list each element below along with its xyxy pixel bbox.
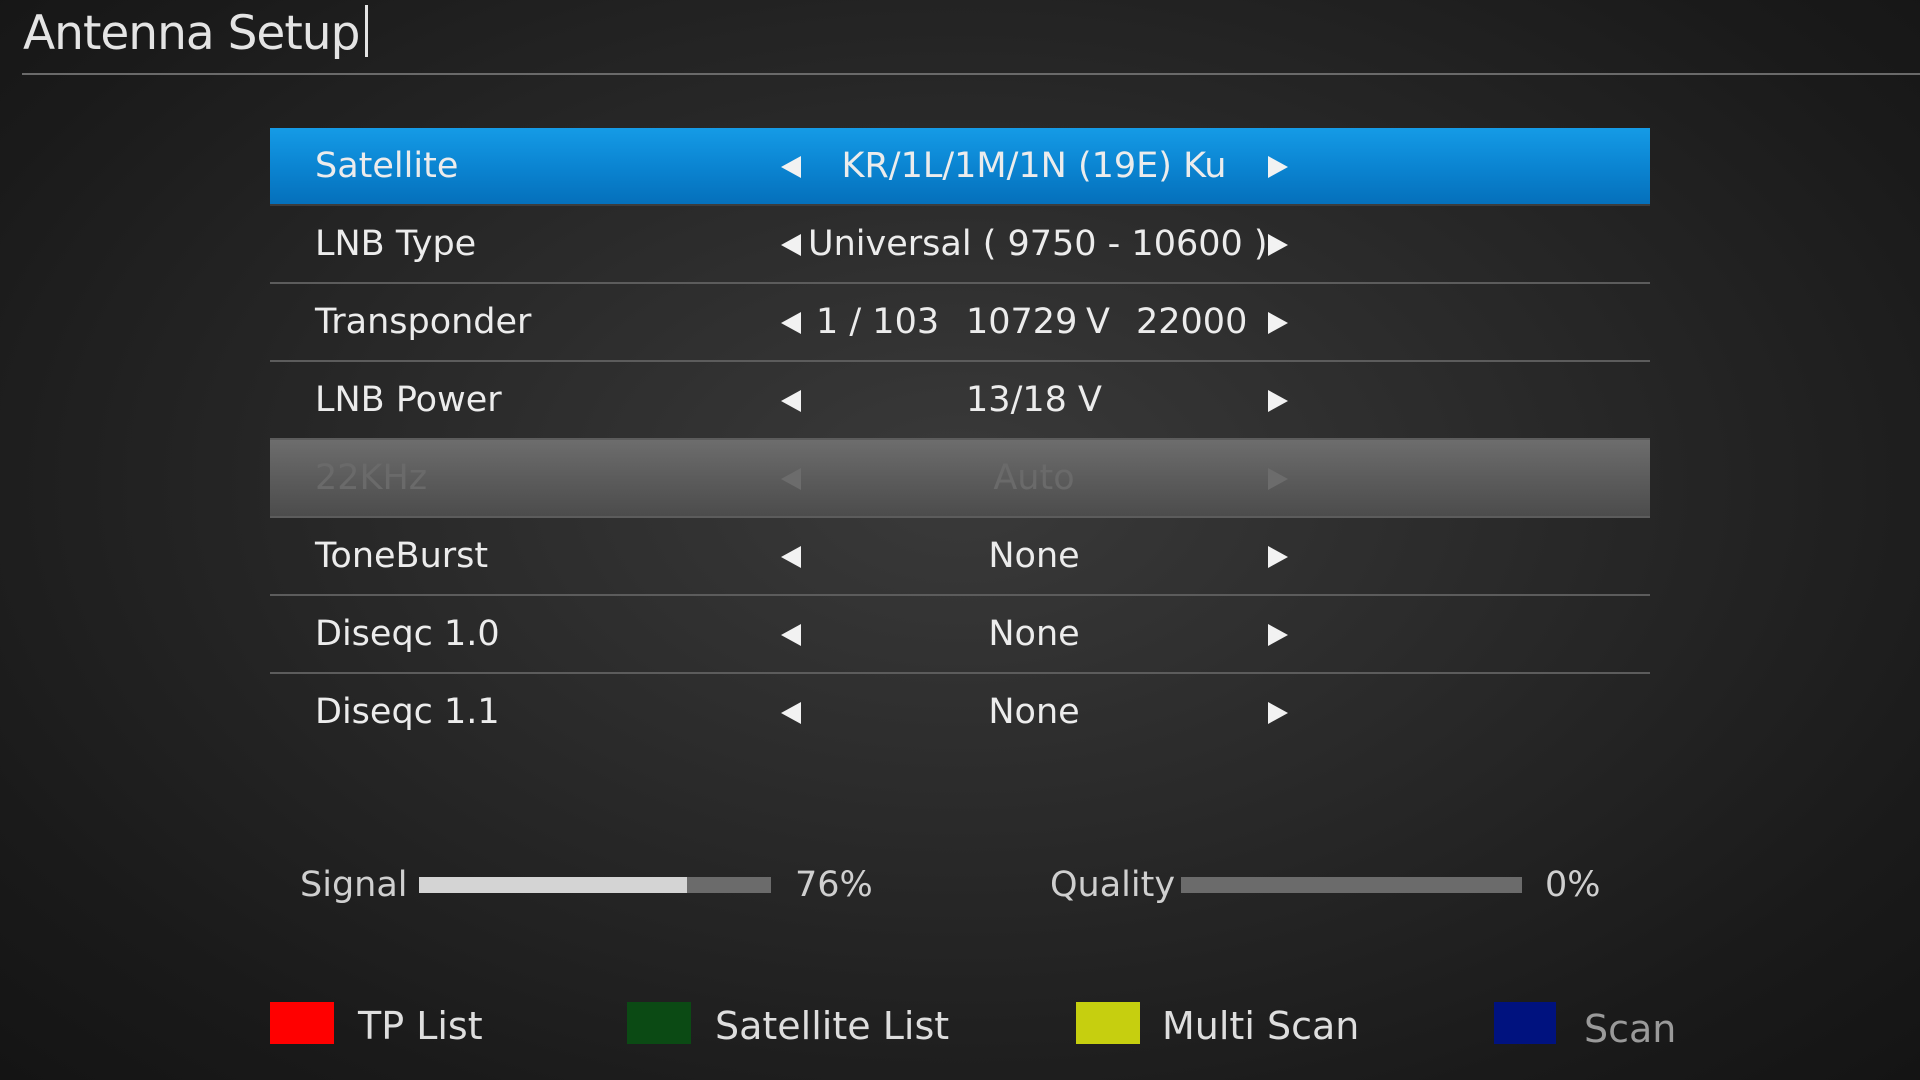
transponder-polarity: V	[1086, 302, 1110, 342]
left-arrow-icon	[781, 468, 801, 490]
right-arrow-icon[interactable]	[1268, 156, 1288, 178]
antenna-settings-menu: Satellite KR/1L/1M/1N (19E) Ku LNB Type …	[270, 128, 1650, 750]
transponder-index: 1 / 103	[816, 302, 940, 342]
quality-percent: 0%	[1545, 865, 1601, 905]
red-key-icon[interactable]	[270, 1002, 334, 1044]
transponder-frequency: 10729	[966, 302, 1078, 342]
row-value: 13/18 V	[966, 380, 1102, 420]
menu-row-toneburst[interactable]: ToneBurst None	[270, 518, 1650, 596]
yellow-key-icon[interactable]	[1076, 1002, 1140, 1044]
left-arrow-icon[interactable]	[781, 546, 801, 568]
right-arrow-icon[interactable]	[1268, 702, 1288, 724]
satellite-list-button[interactable]: Satellite List	[715, 998, 949, 1054]
blue-key-icon[interactable]	[1494, 1002, 1556, 1044]
left-arrow-icon[interactable]	[781, 390, 801, 412]
row-value: Auto	[993, 458, 1075, 498]
right-arrow-icon[interactable]	[1268, 624, 1288, 646]
menu-row-transponder[interactable]: Transponder 1 / 103 10729 V 22000	[270, 284, 1650, 362]
row-label: Diseqc 1.0	[315, 614, 500, 654]
color-key-legend: TP List Satellite List Multi Scan Scan	[0, 998, 1920, 1054]
row-label: Transponder	[315, 302, 532, 342]
row-label: LNB Power	[315, 380, 502, 420]
row-label: LNB Type	[315, 224, 477, 264]
left-arrow-icon[interactable]	[781, 234, 801, 256]
row-label: Satellite	[315, 146, 459, 186]
signal-bar-fill	[419, 877, 687, 893]
quality-label: Quality	[1050, 865, 1176, 905]
transponder-symbol-rate: 22000	[1136, 302, 1248, 342]
page-title: Antenna Setup	[23, 2, 369, 66]
left-arrow-icon[interactable]	[781, 156, 801, 178]
row-label: Diseqc 1.1	[315, 692, 500, 732]
row-label: 22KHz	[315, 458, 428, 498]
row-value: Universal ( 9750 - 10600 )	[808, 224, 1268, 264]
row-value: None	[988, 614, 1080, 654]
signal-label: Signal	[300, 865, 408, 905]
menu-row-lnb-power[interactable]: LNB Power 13/18 V	[270, 362, 1650, 440]
quality-bar	[1181, 877, 1522, 893]
signal-percent: 76%	[795, 865, 873, 905]
menu-row-22khz: 22KHz Auto	[270, 440, 1650, 518]
text-cursor	[365, 5, 369, 57]
signal-bar	[419, 877, 771, 893]
menu-row-satellite[interactable]: Satellite KR/1L/1M/1N (19E) Ku	[270, 128, 1650, 206]
menu-row-diseqc-1-0[interactable]: Diseqc 1.0 None	[270, 596, 1650, 674]
right-arrow-icon[interactable]	[1268, 234, 1288, 256]
tp-list-button[interactable]: TP List	[358, 998, 483, 1054]
page-title-text: Antenna Setup	[23, 6, 360, 61]
right-arrow-icon[interactable]	[1268, 312, 1288, 334]
left-arrow-icon[interactable]	[781, 702, 801, 724]
menu-row-diseqc-1-1[interactable]: Diseqc 1.1 None	[270, 674, 1650, 750]
title-divider	[22, 73, 1920, 75]
left-arrow-icon[interactable]	[781, 312, 801, 334]
green-key-icon[interactable]	[627, 1002, 691, 1044]
row-value: KR/1L/1M/1N (19E) Ku	[841, 146, 1227, 186]
menu-row-lnb-type[interactable]: LNB Type Universal ( 9750 - 10600 )	[270, 206, 1650, 284]
right-arrow-icon[interactable]	[1268, 546, 1288, 568]
row-label: ToneBurst	[315, 536, 489, 576]
row-value: None	[988, 692, 1080, 732]
multi-scan-button[interactable]: Multi Scan	[1162, 998, 1359, 1054]
row-value: None	[988, 536, 1080, 576]
left-arrow-icon[interactable]	[781, 624, 801, 646]
signal-meters: Signal 76% Quality 0%	[0, 855, 1920, 915]
right-arrow-icon	[1268, 468, 1288, 490]
scan-button[interactable]: Scan	[1584, 1001, 1676, 1057]
right-arrow-icon[interactable]	[1268, 390, 1288, 412]
